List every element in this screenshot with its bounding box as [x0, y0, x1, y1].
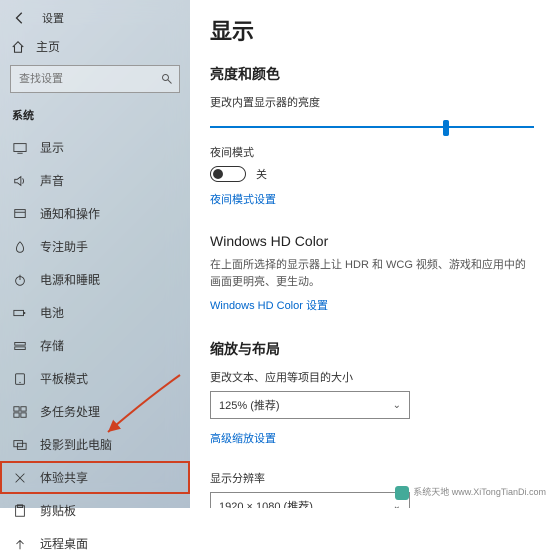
- sidebar-item-shared[interactable]: 体验共享: [0, 461, 190, 494]
- res-label: 显示分辨率: [210, 470, 534, 486]
- slider-track: [210, 126, 534, 128]
- section-label: 系统: [0, 107, 190, 131]
- night-label: 夜间模式: [210, 144, 534, 160]
- notification-icon: [12, 206, 28, 222]
- project-icon: [12, 437, 28, 453]
- chevron-down-icon: ⌄: [393, 400, 401, 411]
- sidebar-item-sound[interactable]: 声音: [0, 164, 190, 197]
- remote-icon: [12, 536, 28, 552]
- sidebar-item-label: 电池: [40, 304, 64, 321]
- scale-heading: 缩放与布局: [210, 339, 534, 359]
- brightness-label: 更改内置显示器的亮度: [210, 94, 534, 110]
- window-title: 设置: [42, 10, 64, 26]
- sidebar-item-label: 远程桌面: [40, 535, 88, 552]
- brightness-slider[interactable]: [210, 116, 534, 140]
- res-value: 1920 × 1080 (推荐): [219, 498, 313, 508]
- sidebar-item-label: 显示: [40, 139, 64, 156]
- search-input[interactable]: [19, 73, 161, 85]
- hd-desc: 在上面所选择的显示器上让 HDR 和 WCG 视频、游戏和应用中的画面更明亮、更…: [210, 257, 534, 290]
- scale-value: 125% (推荐): [219, 397, 280, 413]
- sidebar-item-project[interactable]: 投影到此电脑: [0, 428, 190, 461]
- scale-text-label: 更改文本、应用等项目的大小: [210, 369, 534, 385]
- sidebar-item-label: 剪贴板: [40, 502, 76, 519]
- hd-link[interactable]: Windows HD Color 设置: [210, 297, 328, 313]
- sidebar-item-label: 平板模式: [40, 370, 88, 387]
- back-button[interactable]: [10, 8, 30, 28]
- sidebar-item-label: 存储: [40, 337, 64, 354]
- display-icon: [12, 140, 28, 156]
- night-toggle[interactable]: [210, 166, 246, 182]
- home-label: 主页: [36, 38, 60, 55]
- sidebar-item-label: 电源和睡眠: [40, 271, 100, 288]
- adv-scale-link[interactable]: 高级缩放设置: [210, 430, 276, 446]
- sidebar-item-multitask[interactable]: 多任务处理: [0, 395, 190, 428]
- sidebar-item-battery[interactable]: 电池: [0, 296, 190, 329]
- sidebar-item-label: 通知和操作: [40, 205, 100, 222]
- sidebar-item-focus[interactable]: 专注助手: [0, 230, 190, 263]
- clipboard-icon: [12, 503, 28, 519]
- night-state: 关: [256, 166, 267, 182]
- hd-heading: Windows HD Color: [210, 233, 534, 249]
- sidebar-item-label: 投影到此电脑: [40, 436, 112, 453]
- sound-icon: [12, 173, 28, 189]
- sidebar-item-display[interactable]: 显示: [0, 131, 190, 164]
- brightness-heading: 亮度和颜色: [210, 64, 534, 84]
- sidebar-item-clipboard[interactable]: 剪贴板: [0, 494, 190, 527]
- multitask-icon: [12, 404, 28, 420]
- search-box[interactable]: [10, 65, 180, 93]
- sidebar-item-notifications[interactable]: 通知和操作: [0, 197, 190, 230]
- home-row[interactable]: 主页: [0, 32, 190, 65]
- shared-icon: [12, 470, 28, 486]
- focus-icon: [12, 239, 28, 255]
- sidebar-item-storage[interactable]: 存储: [0, 329, 190, 362]
- sidebar-item-power[interactable]: 电源和睡眠: [0, 263, 190, 296]
- scale-select[interactable]: 125% (推荐) ⌄: [210, 391, 410, 419]
- sidebar-item-label: 多任务处理: [40, 403, 100, 420]
- page-title: 显示: [210, 14, 534, 46]
- toggle-knob: [213, 169, 223, 179]
- home-icon: [10, 39, 26, 55]
- sidebar-item-label: 体验共享: [40, 469, 88, 486]
- slider-thumb[interactable]: [443, 120, 449, 136]
- sidebar-item-remote[interactable]: 远程桌面: [0, 527, 190, 560]
- power-icon: [12, 272, 28, 288]
- sidebar-item-tablet[interactable]: 平板模式: [0, 362, 190, 395]
- nav-list: 显示 声音 通知和操作 专注助手 电源和睡眠 电池 存储 平板模式 多任务处理 …: [0, 131, 190, 560]
- resolution-select[interactable]: 1920 × 1080 (推荐) ⌄: [210, 492, 410, 508]
- sidebar-item-label: 声音: [40, 172, 64, 189]
- storage-icon: [12, 338, 28, 354]
- chevron-down-icon: ⌄: [393, 501, 401, 509]
- tablet-icon: [12, 371, 28, 387]
- night-settings-link[interactable]: 夜间模式设置: [210, 191, 276, 207]
- sidebar-item-label: 专注助手: [40, 238, 88, 255]
- search-icon: [161, 72, 173, 86]
- battery-icon: [12, 305, 28, 321]
